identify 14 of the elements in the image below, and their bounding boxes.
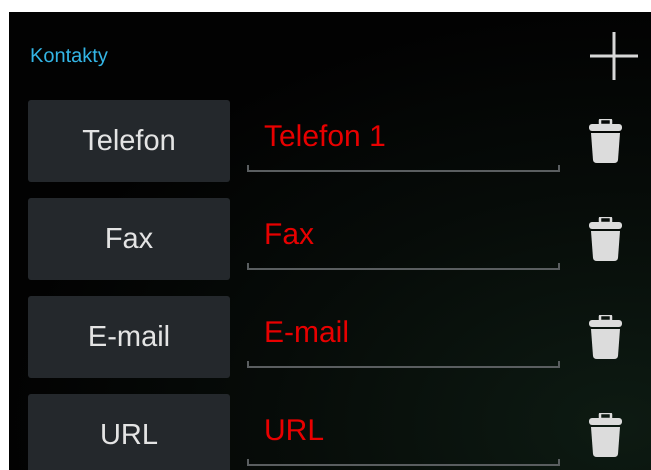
input-field[interactable]: Fax (247, 208, 560, 270)
input-field[interactable]: Telefon 1 (247, 110, 560, 172)
add-icon[interactable] (590, 32, 638, 80)
contact-type-button[interactable]: Telefon (28, 100, 230, 182)
trash-icon[interactable] (589, 315, 622, 359)
trash-icon[interactable] (589, 413, 622, 457)
section-title: Kontakty (30, 44, 108, 68)
contact-type-button[interactable]: Fax (28, 198, 230, 280)
contact-type-button[interactable]: E-mail (28, 296, 230, 378)
input-field[interactable]: E-mail (247, 306, 560, 368)
trash-icon[interactable] (589, 217, 622, 261)
contact-type-button[interactable]: URL (28, 394, 230, 470)
input-field[interactable]: URL (247, 404, 560, 466)
trash-icon[interactable] (589, 119, 622, 163)
